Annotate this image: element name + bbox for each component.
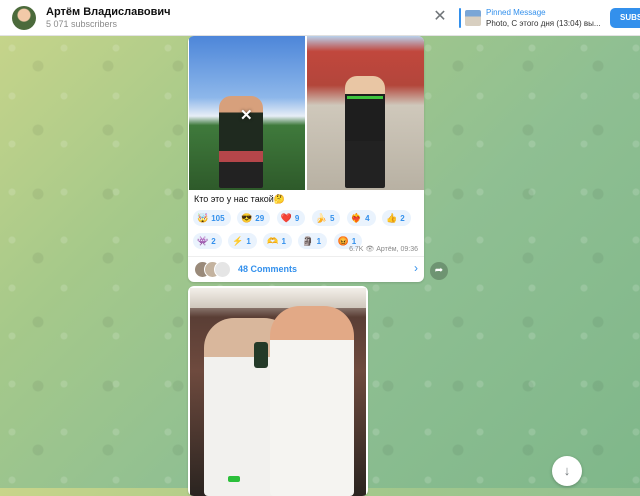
reaction-count: 2 [211,237,216,246]
close-icon[interactable]: ✕ [432,9,448,25]
reaction-chip[interactable]: 😎 29 [237,210,271,226]
subscriber-count: 5 071 subscribers [46,19,118,29]
reaction-emoji: ❤️ [280,213,292,223]
jacket-stripe [347,96,383,99]
reaction-chip[interactable]: 👍 2 [381,210,411,226]
reaction-count: 105 [211,214,225,223]
share-icon[interactable]: ➦ [430,262,448,280]
reaction-count: 29 [255,214,265,223]
chevron-right-icon: › [414,261,418,275]
reaction-count: 9 [294,214,300,223]
photo-ceiling [190,288,366,308]
message-bubble: ✕ Кто это у нас такой🤔 🤯 105 😎 29 ❤️ 9 🍌 5 ❤… [188,36,424,282]
scroll-down-icon[interactable]: ↓ [552,456,582,486]
reaction-chip[interactable]: 🗿 1 [298,233,328,249]
reaction-emoji: 😡 [337,236,349,246]
reaction-chip[interactable]: ⚡ 1 [228,233,257,249]
reaction-chip[interactable]: ❤️‍🔥 4 [346,210,376,226]
reaction-count: 2 [400,214,405,223]
photo-subject [270,306,354,496]
reaction-emoji: ⚡ [232,236,244,246]
reaction-chip[interactable]: 🍌 5 [311,210,341,226]
pinned-indicator [459,8,461,28]
reaction-emoji: 😎 [241,213,253,223]
reaction-count: 4 [365,214,370,223]
pinned-thumbnail[interactable] [465,10,481,26]
reaction-chip[interactable]: 👾 2 [193,233,222,249]
photo-left[interactable]: ✕ [189,36,305,190]
comments-label: 48 Comments [238,264,298,274]
reaction-emoji: 👾 [197,236,209,246]
view-count: 6.7K 👁 [349,246,375,253]
pinned-text[interactable]: Photo, С этого дня (13:04) вы... [486,19,601,28]
photo-message[interactable] [190,288,366,496]
reaction-emoji: 🫶 [267,236,279,246]
phone-in-photo [254,342,268,368]
channel-name[interactable]: Артём Владиславович [46,6,170,18]
reaction-count: 1 [246,237,251,246]
reaction-emoji: ❤️‍🔥 [350,213,363,223]
subscribe-button[interactable]: SUBS [610,8,640,28]
reaction-emoji: 🍌 [315,213,327,223]
pinned-title[interactable]: Pinned Message [486,8,546,17]
photo-subject [345,76,385,188]
reaction-count: 1 [281,237,286,246]
reaction-count: 5 [329,214,335,223]
comments-button[interactable]: 48 Comments › [188,257,424,281]
reaction-emoji: 👍 [385,213,398,223]
reaction-emoji: 🗿 [302,236,314,246]
close-icon[interactable]: ✕ [240,106,253,124]
reaction-emoji: 🤯 [197,213,209,223]
avatar [214,261,231,278]
reaction-count: 1 [316,237,322,246]
reaction-chip[interactable]: 🤯 105 [193,210,231,226]
photo-right[interactable] [307,36,424,190]
author-time: Артём, 09:36 [376,246,418,253]
channel-avatar[interactable] [12,6,36,30]
message-bubble [188,286,368,496]
chat-header: Артём Владиславович 5 071 subscribers ✕ … [0,0,640,36]
wristband-in-photo [228,476,240,482]
reaction-chip[interactable]: 🫶 1 [263,233,292,249]
message-caption: Кто это у нас такой🤔 [194,194,285,204]
message-meta: 6.7K 👁 Артём, 09:36 [349,245,418,253]
reaction-chip[interactable]: ❤️ 9 [276,210,306,226]
